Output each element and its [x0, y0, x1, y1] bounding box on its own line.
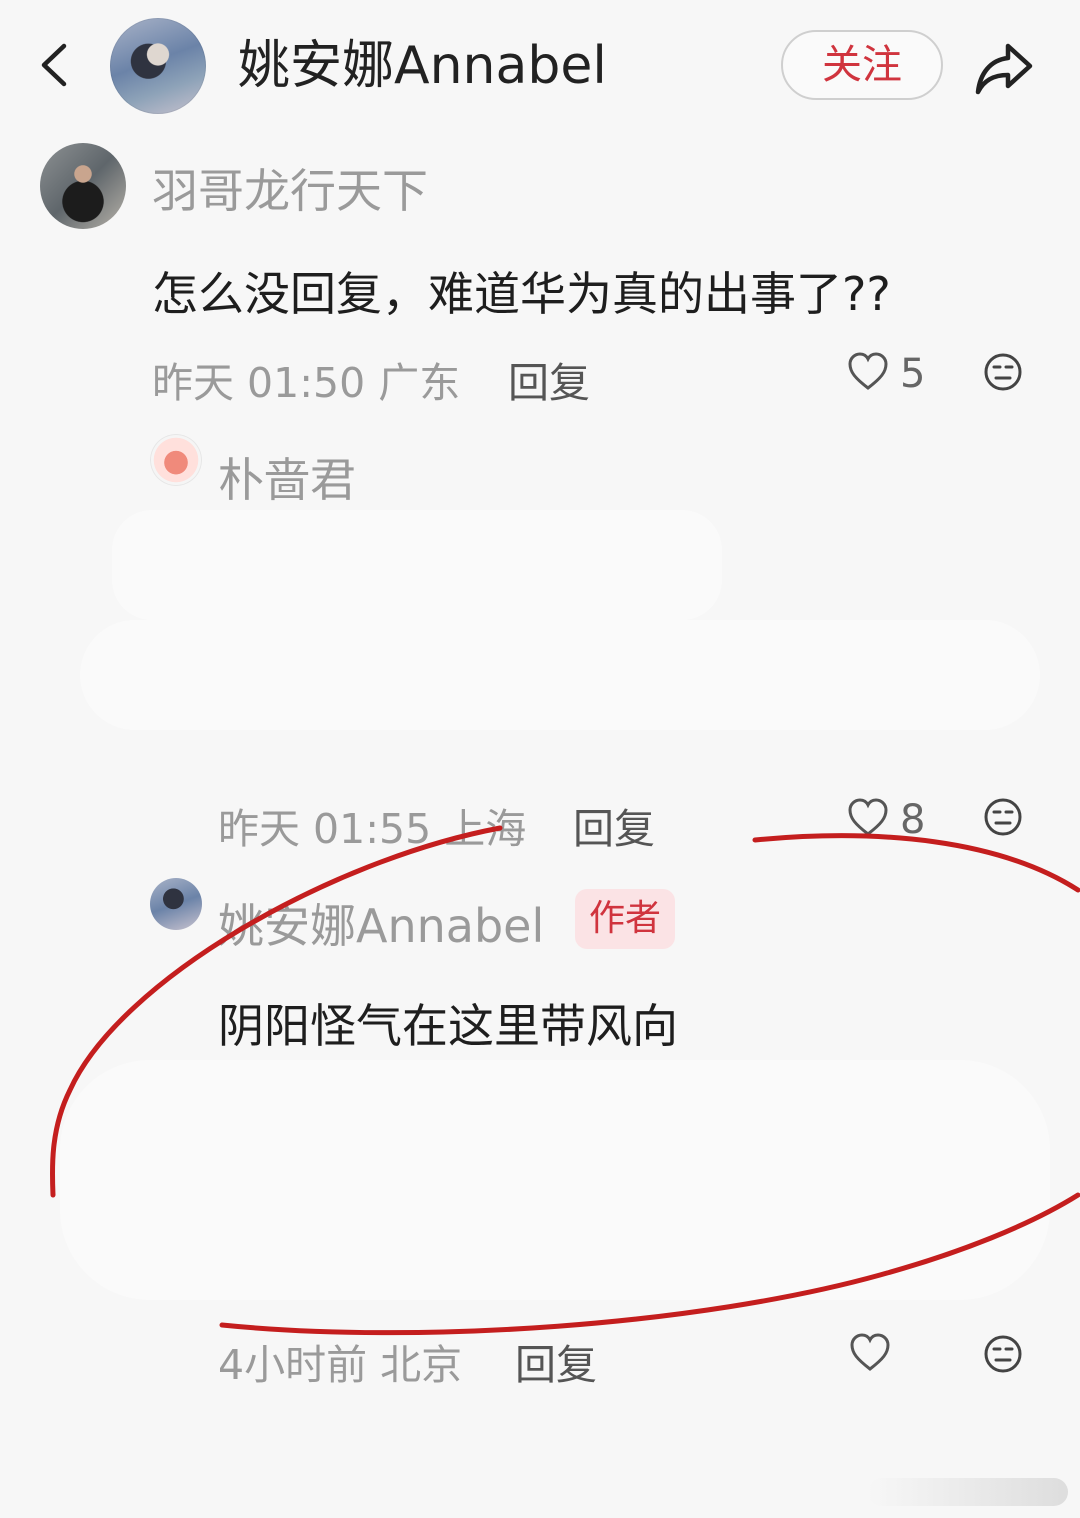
commenter-avatar[interactable] [40, 143, 126, 229]
heart-icon[interactable] [847, 798, 889, 838]
watermark [868, 1478, 1068, 1506]
reply-button[interactable]: 回复 [508, 349, 590, 409]
redacted-comment-text [60, 1060, 1050, 1300]
page-title: 姚安娜Annabel [238, 36, 607, 96]
author-badge: 作者 [575, 889, 675, 949]
redacted-comment-text [112, 510, 722, 620]
like-count: 8 [900, 797, 926, 843]
emoji-icon[interactable] [983, 1334, 1023, 1374]
like-count: 5 [900, 351, 926, 397]
reply-button[interactable]: 回复 [573, 795, 655, 855]
reply-button[interactable]: 回复 [515, 1331, 597, 1391]
comment-username[interactable]: 朴啬君 [218, 444, 356, 510]
comment-time-location: 4小时前 北京 [218, 1341, 463, 1389]
comment-time-location: 昨天 01:55 上海 [218, 805, 527, 853]
comment-username[interactable]: 姚安娜Annabel [218, 890, 544, 956]
emoji-icon[interactable] [983, 797, 1023, 837]
share-icon[interactable] [972, 38, 1036, 98]
author-avatar[interactable] [110, 18, 206, 114]
comment-username[interactable]: 羽哥龙行天下 [152, 155, 428, 221]
heart-icon[interactable] [847, 352, 889, 392]
comment-time-location: 昨天 01:50 广东 [152, 359, 461, 407]
author-avatar[interactable] [150, 878, 202, 930]
follow-button[interactable]: 关注 [781, 30, 943, 100]
comment-text: 怎么没回复，难道华为真的出事了?? [152, 267, 891, 321]
emoji-icon[interactable] [983, 352, 1023, 392]
commenter-avatar[interactable] [150, 434, 202, 486]
heart-icon[interactable] [849, 1333, 891, 1373]
comment-text: 阴阳怪气在这里带风向 [218, 999, 678, 1053]
redacted-comment-text [80, 620, 1040, 730]
back-arrow-icon[interactable] [30, 40, 80, 90]
